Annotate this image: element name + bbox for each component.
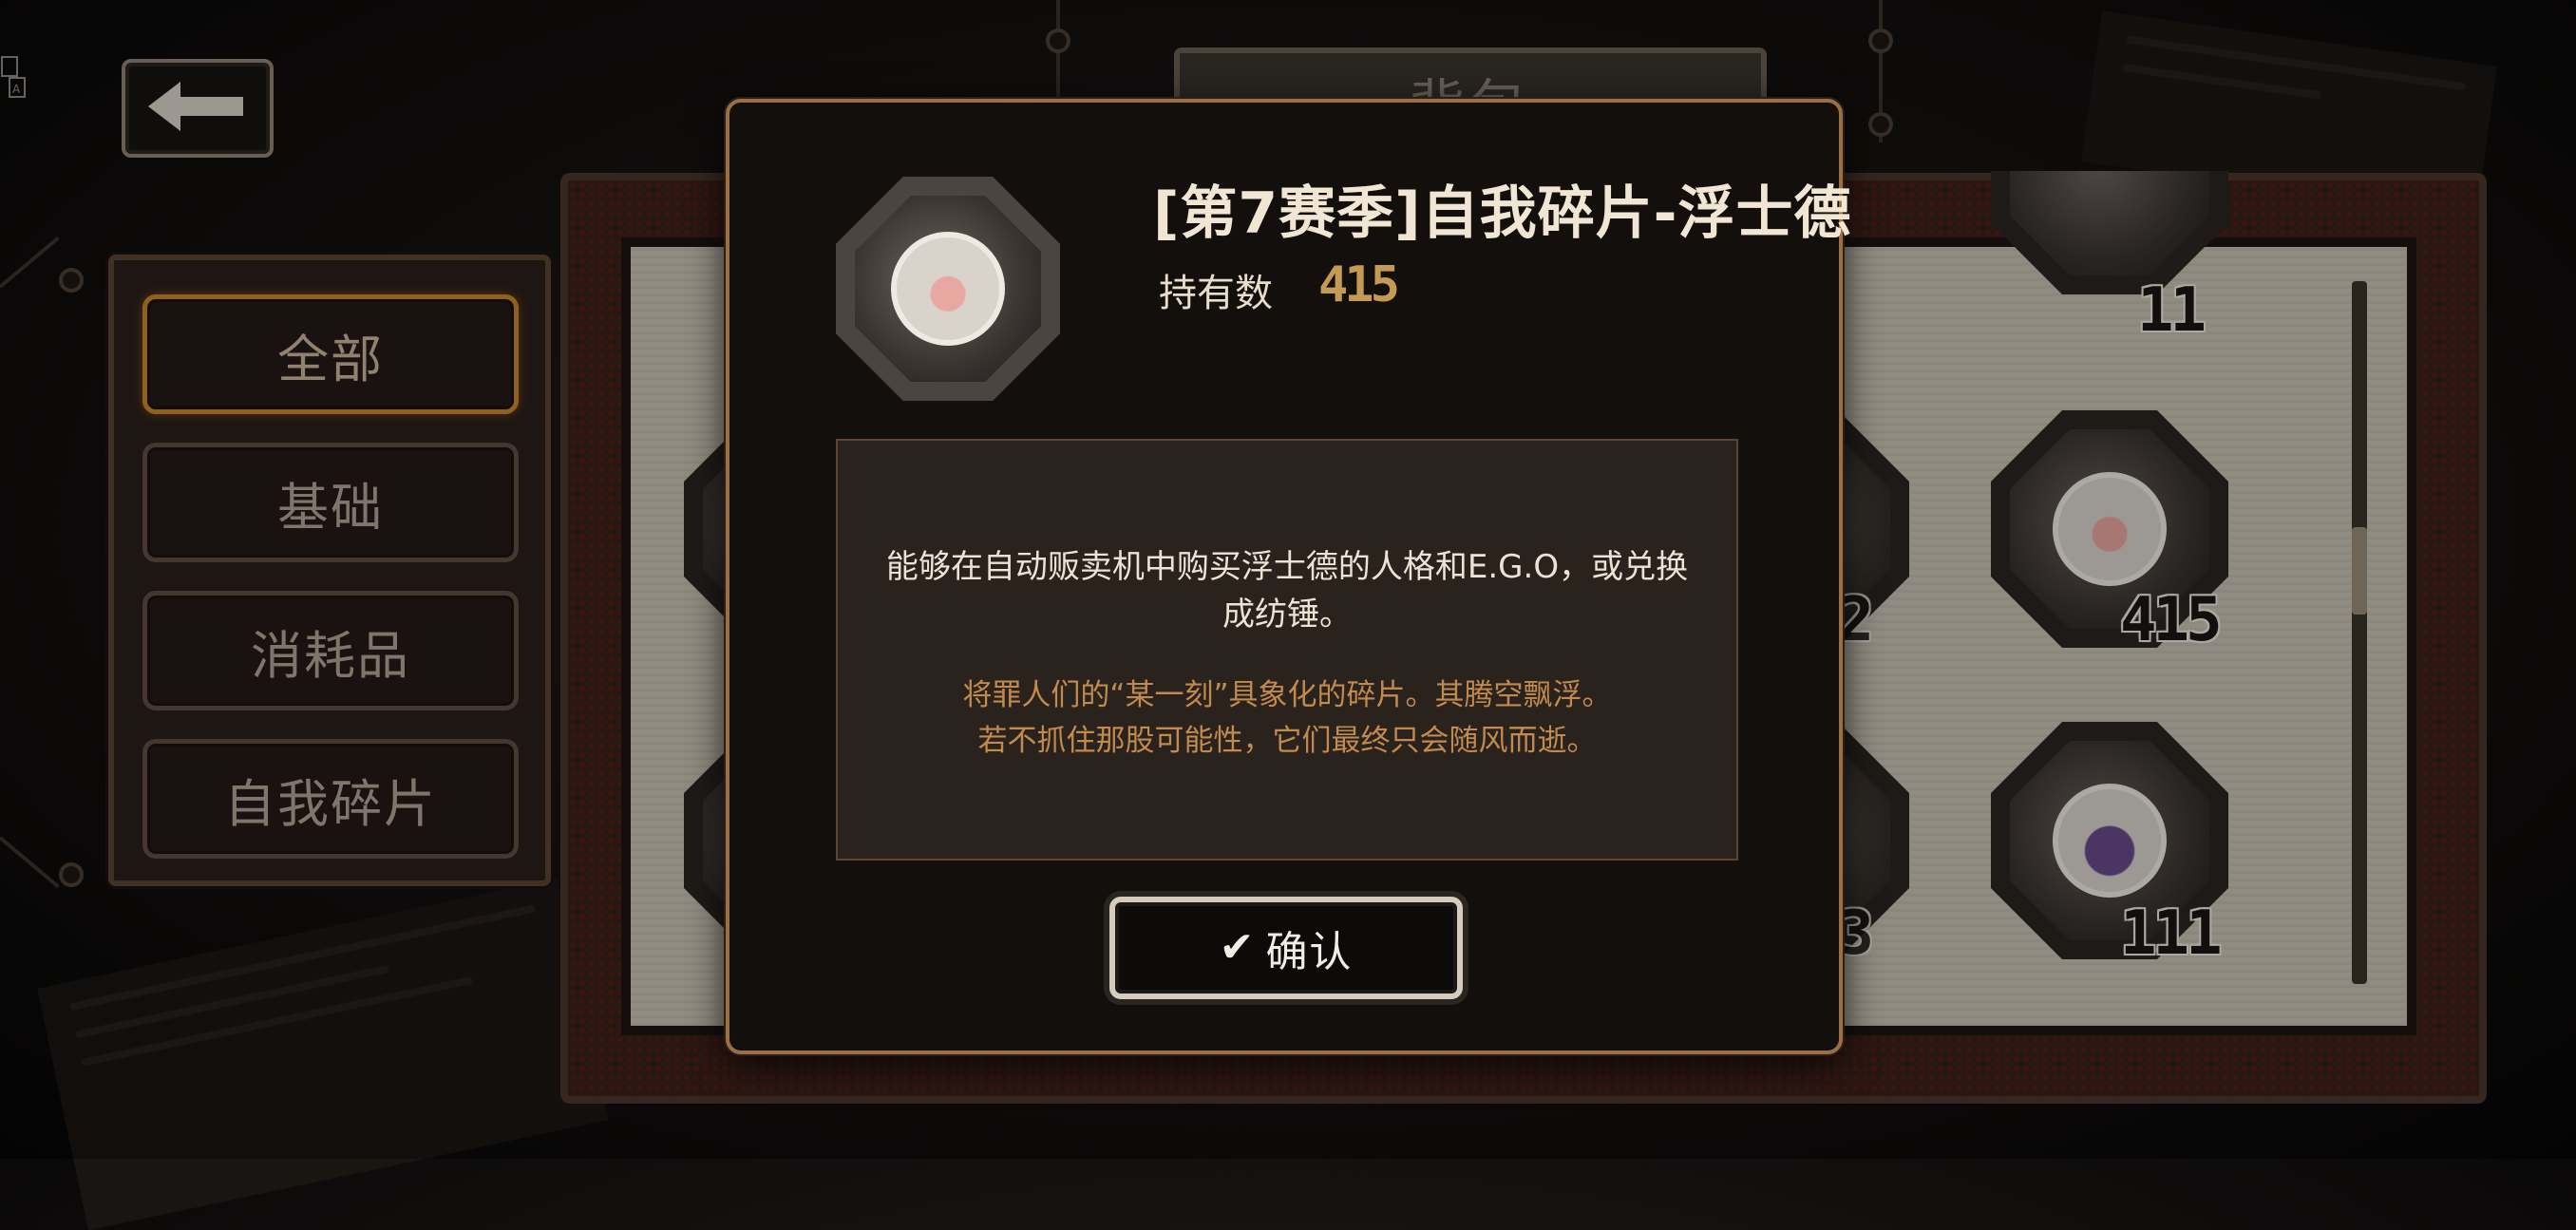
hold-count-value: 415: [1318, 256, 1400, 313]
item-flavor-text: 将罪人们的“某一刻”具象化的碎片。其腾空飘浮。 若不抓住那股可能性，它们最终只会…: [883, 672, 1691, 764]
flavor-line: 若不抓住那股可能性，它们最终只会随风而逝。: [977, 724, 1597, 758]
description-box: [836, 439, 1738, 861]
flavor-line: 将罪人们的“某一刻”具象化的碎片。其腾空飘浮。: [962, 678, 1612, 712]
hold-count-label: 持有数: [1159, 272, 1273, 315]
item-icon: [836, 177, 1060, 401]
confirm-button[interactable]: ✔ 确认: [1109, 897, 1463, 999]
item-description: 能够在自动贩卖机中购买浮士德的人格和E.G.O，或兑换成纺锤。: [885, 548, 1689, 634]
item-title: [第7赛季]自我碎片-浮士德: [1153, 180, 1852, 247]
confirm-label: 确认: [1265, 928, 1354, 976]
checkmark-icon: ✔: [1219, 923, 1255, 972]
faust-shard-icon: [836, 177, 1060, 401]
